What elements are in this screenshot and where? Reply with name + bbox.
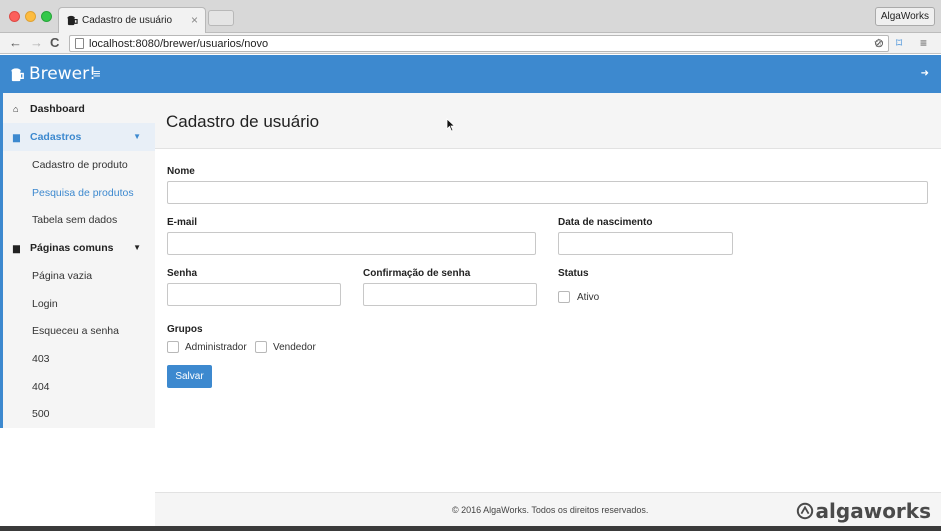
- copyright-text: © 2016 AlgaWorks. Todos os direitos rese…: [452, 505, 649, 515]
- nome-label: Nome: [167, 166, 195, 177]
- sidebar-item-label: 500: [32, 408, 50, 420]
- data-nascimento-input[interactable]: [558, 232, 733, 255]
- address-bar: ← → C localhost:8080/brewer/usuarios/nov…: [0, 33, 941, 54]
- sidebar-item-label: Esqueceu a senha: [32, 325, 119, 337]
- email-label: E-mail: [167, 217, 198, 228]
- sidebar-item-label: 403: [32, 353, 50, 365]
- sidebar: ⌂ Dashboard ▆ Cadastros ▼ Cadastro de pr…: [0, 93, 155, 428]
- bottom-strip: [0, 526, 941, 531]
- browser-tab-bar: Cadastro de usuário × AlgaWorks: [0, 0, 941, 33]
- sidebar-item-label: Tabela sem dados: [32, 214, 118, 226]
- mouse-cursor-icon: [446, 118, 456, 132]
- close-window-button[interactable]: [9, 11, 20, 22]
- ativo-label: Ativo: [577, 292, 600, 303]
- sidebar-item-label: Dashboard: [30, 103, 85, 115]
- sidebar-item-label: 404: [32, 381, 50, 393]
- logout-icon[interactable]: ➜: [921, 68, 929, 79]
- file-icon: ▆: [13, 243, 20, 253]
- vendedor-label: Vendedor: [273, 342, 316, 353]
- new-tab-button[interactable]: [208, 10, 234, 26]
- home-icon: ⌂: [13, 104, 19, 114]
- sidebar-item-500[interactable]: 500: [3, 400, 155, 428]
- sidebar-item-paginas-comuns[interactable]: ▆ Páginas comuns ▼: [3, 234, 155, 262]
- minimize-window-button[interactable]: [25, 11, 36, 22]
- confirmacao-senha-label: Confirmação de senha: [363, 268, 471, 279]
- beer-favicon-icon: [67, 15, 78, 26]
- ativo-checkbox[interactable]: [558, 291, 570, 303]
- page-title: Cadastro de usuário: [166, 112, 320, 131]
- sidebar-item-cadastro-produto[interactable]: Cadastro de produto: [3, 151, 155, 179]
- cast-icon[interactable]: ⌑: [896, 35, 902, 51]
- url-text: localhost:8080/brewer/usuarios/novo: [89, 38, 269, 50]
- profile-button[interactable]: AlgaWorks: [874, 7, 935, 26]
- sidebar-item-dashboard[interactable]: ⌂ Dashboard: [3, 95, 155, 123]
- sidebar-item-label: Página vazia: [32, 270, 93, 282]
- browser-tab[interactable]: Cadastro de usuário ×: [58, 7, 206, 33]
- logo-text: algaworks: [815, 499, 931, 523]
- beer-icon: [11, 67, 24, 81]
- sidebar-item-cadastros[interactable]: ▆ Cadastros ▼: [3, 123, 155, 151]
- email-input[interactable]: [167, 232, 536, 255]
- sidebar-item-esqueceu-senha[interactable]: Esqueceu a senha: [3, 317, 155, 345]
- brand-logo[interactable]: Brewer!: [10, 63, 96, 85]
- senha-label: Senha: [167, 268, 198, 279]
- url-input[interactable]: localhost:8080/brewer/usuarios/novo ☆: [69, 35, 889, 52]
- algaworks-logo-icon: [796, 502, 813, 520]
- administrador-label: Administrador: [185, 342, 247, 353]
- extension-icon[interactable]: ⊘: [874, 35, 884, 51]
- tab-title: Cadastro de usuário: [82, 15, 173, 26]
- sidebar-item-pagina-vazia[interactable]: Página vazia: [3, 262, 155, 290]
- footer: © 2016 AlgaWorks. Todos os direitos rese…: [155, 492, 941, 526]
- sidebar-item-404[interactable]: 404: [3, 373, 155, 401]
- senha-input[interactable]: [167, 283, 341, 306]
- sidebar-item-label: Login: [32, 298, 58, 310]
- page-header: Cadastro de usuário: [155, 93, 941, 149]
- chevron-down-icon: ▼: [133, 132, 141, 141]
- sidebar-item-login[interactable]: Login: [3, 290, 155, 318]
- sidebar-item-label: Pesquisa de produtos: [32, 187, 134, 199]
- forward-arrow-icon[interactable]: →: [30, 35, 43, 51]
- sidebar-item-403[interactable]: 403: [3, 345, 155, 373]
- algaworks-logo: algaworks: [796, 499, 931, 523]
- sidebar-item-label: Páginas comuns: [30, 242, 114, 254]
- nome-input[interactable]: [167, 181, 928, 204]
- vendedor-checkbox[interactable]: [255, 341, 267, 353]
- sidebar-item-label: Cadastro de produto: [32, 159, 128, 171]
- reload-icon[interactable]: C: [50, 35, 59, 51]
- page-icon: [75, 38, 84, 49]
- app-header: Brewer! ≡ ➜: [0, 55, 941, 93]
- administrador-checkbox[interactable]: [167, 341, 179, 353]
- back-arrow-icon[interactable]: ←: [9, 35, 22, 51]
- status-label: Status: [558, 268, 589, 279]
- brand-name: Brewer!: [29, 64, 96, 84]
- maximize-window-button[interactable]: [41, 11, 52, 22]
- menu-icon[interactable]: ≡: [920, 35, 927, 51]
- sidebar-item-tabela-sem-dados[interactable]: Tabela sem dados: [3, 206, 155, 234]
- tab-close-icon[interactable]: ×: [191, 13, 198, 27]
- grupos-label: Grupos: [167, 324, 203, 335]
- confirmacao-senha-input[interactable]: [363, 283, 537, 306]
- file-icon: ▆: [13, 132, 20, 142]
- menu-toggle-icon[interactable]: ≡: [93, 66, 101, 81]
- data-nascimento-label: Data de nascimento: [558, 217, 653, 228]
- chevron-down-icon: ▼: [133, 243, 141, 252]
- sidebar-item-pesquisa-produtos[interactable]: Pesquisa de produtos: [3, 179, 155, 207]
- sidebar-item-label: Cadastros: [30, 131, 82, 143]
- save-button[interactable]: Salvar: [167, 365, 212, 388]
